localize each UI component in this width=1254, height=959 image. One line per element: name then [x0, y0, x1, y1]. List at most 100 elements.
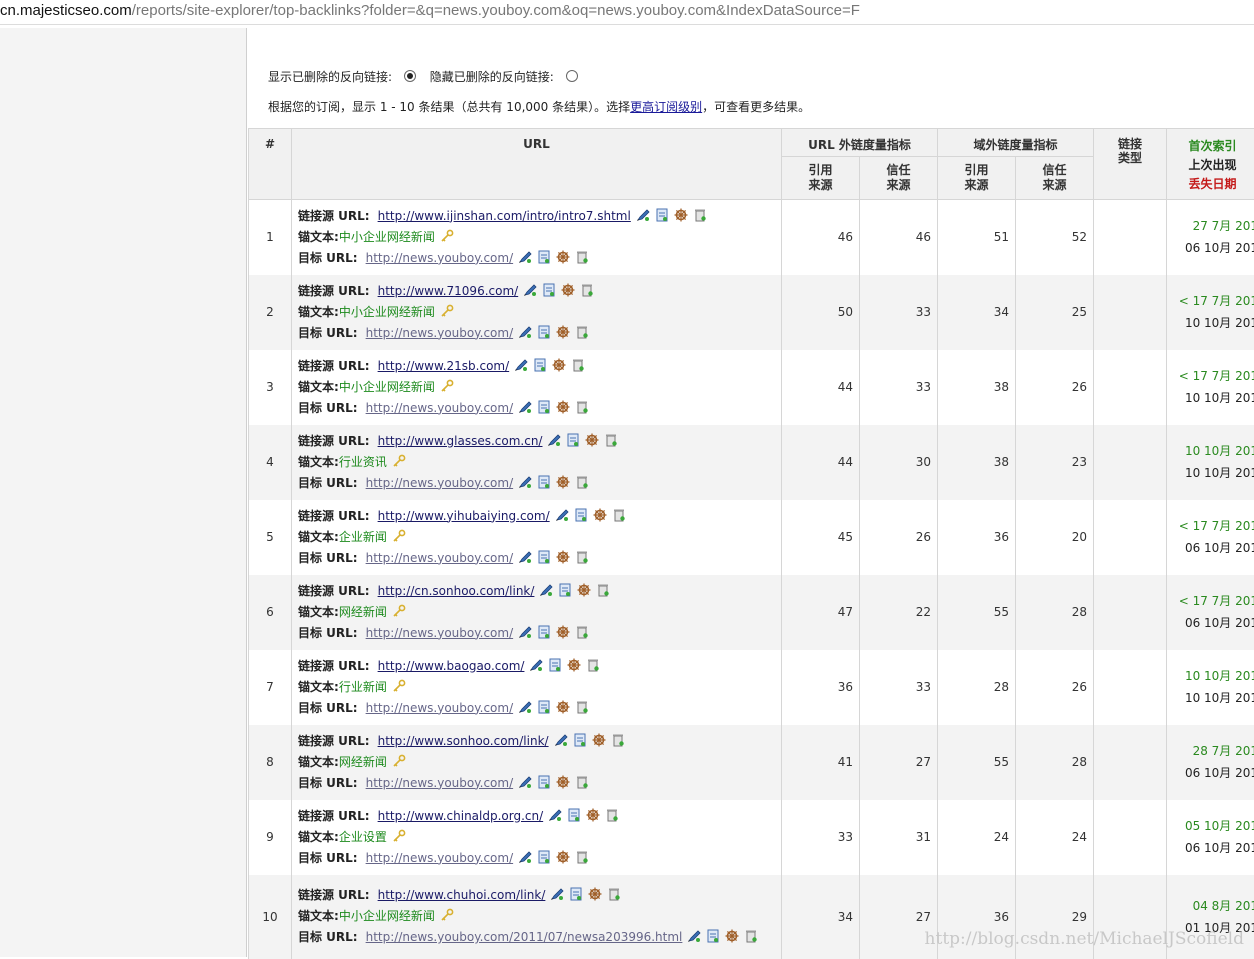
- wheel-icon[interactable]: [556, 550, 570, 564]
- pencil-link-icon[interactable]: [518, 625, 532, 639]
- wheel-icon[interactable]: [586, 808, 600, 822]
- target-link[interactable]: http://news.youboy.com/: [366, 701, 514, 715]
- bin-icon[interactable]: [611, 733, 625, 747]
- pencil-link-icon[interactable]: [518, 250, 532, 264]
- pencil-link-icon[interactable]: [636, 208, 650, 222]
- source-link[interactable]: http://www.baogao.com/: [378, 659, 525, 673]
- target-link[interactable]: http://news.youboy.com/: [366, 476, 514, 490]
- bin-icon[interactable]: [607, 887, 621, 901]
- wheel-icon[interactable]: [556, 775, 570, 789]
- upgrade-link[interactable]: 更高订阅级别: [630, 100, 702, 114]
- source-link[interactable]: http://www.71096.com/: [378, 284, 519, 298]
- pencil-link-icon[interactable]: [554, 733, 568, 747]
- page-icon[interactable]: [574, 508, 588, 522]
- page-icon[interactable]: [542, 283, 556, 297]
- source-link[interactable]: http://cn.sonhoo.com/link/: [378, 584, 535, 598]
- wheel-icon[interactable]: [556, 325, 570, 339]
- page-icon[interactable]: [533, 358, 547, 372]
- wheel-icon[interactable]: [593, 508, 607, 522]
- source-link[interactable]: http://www.yihubaiying.com/: [378, 509, 550, 523]
- pencil-link-icon[interactable]: [687, 929, 701, 943]
- bin-icon[interactable]: [575, 775, 589, 789]
- pencil-link-icon[interactable]: [518, 550, 532, 564]
- wheel-icon[interactable]: [561, 283, 575, 297]
- source-link[interactable]: http://www.chinaldp.org.cn/: [378, 809, 544, 823]
- source-link[interactable]: http://www.21sb.com/: [378, 359, 510, 373]
- page-icon[interactable]: [558, 583, 572, 597]
- page-icon[interactable]: [537, 550, 551, 564]
- pencil-link-icon[interactable]: [529, 658, 543, 672]
- source-link[interactable]: http://www.ijinshan.com/intro/intro7.sht…: [378, 209, 631, 223]
- page-icon[interactable]: [537, 400, 551, 414]
- page-icon[interactable]: [537, 625, 551, 639]
- pencil-link-icon[interactable]: [539, 583, 553, 597]
- bin-icon[interactable]: [580, 283, 594, 297]
- bin-icon[interactable]: [575, 550, 589, 564]
- bin-icon[interactable]: [575, 700, 589, 714]
- page-icon[interactable]: [537, 475, 551, 489]
- pencil-link-icon[interactable]: [518, 475, 532, 489]
- col-link-type[interactable]: 链接类型: [1094, 129, 1167, 200]
- pencil-link-icon[interactable]: [518, 400, 532, 414]
- col-url[interactable]: URL: [292, 129, 782, 200]
- target-link[interactable]: http://news.youboy.com/: [366, 326, 514, 340]
- source-link[interactable]: http://www.sonhoo.com/link/: [378, 734, 549, 748]
- page-icon[interactable]: [573, 733, 587, 747]
- page-icon[interactable]: [706, 929, 720, 943]
- wheel-icon[interactable]: [592, 733, 606, 747]
- show-deleted-radio[interactable]: [404, 70, 416, 82]
- col-domain-ref[interactable]: 引用来源: [963, 163, 991, 193]
- bin-icon[interactable]: [693, 208, 707, 222]
- address-bar[interactable]: cn.majesticseo.com/reports/site-explorer…: [0, 0, 1254, 25]
- pencil-link-icon[interactable]: [548, 808, 562, 822]
- wheel-icon[interactable]: [556, 625, 570, 639]
- page-icon[interactable]: [537, 325, 551, 339]
- col-url-ref[interactable]: 引用来源: [807, 163, 835, 193]
- source-link[interactable]: http://www.chuhoi.com/link/: [378, 888, 546, 902]
- col-url-trust[interactable]: 信任来源: [885, 163, 913, 193]
- col-domain-trust[interactable]: 信任来源: [1041, 163, 1069, 193]
- target-link[interactable]: http://news.youboy.com/: [366, 776, 514, 790]
- bin-icon[interactable]: [744, 929, 758, 943]
- page-icon[interactable]: [566, 433, 580, 447]
- hide-deleted-radio[interactable]: [566, 70, 578, 82]
- pencil-link-icon[interactable]: [518, 850, 532, 864]
- page-icon[interactable]: [537, 700, 551, 714]
- bin-icon[interactable]: [604, 433, 618, 447]
- target-link[interactable]: http://news.youboy.com/: [366, 626, 514, 640]
- bin-icon[interactable]: [586, 658, 600, 672]
- page-icon[interactable]: [537, 775, 551, 789]
- bin-icon[interactable]: [575, 475, 589, 489]
- pencil-link-icon[interactable]: [518, 325, 532, 339]
- target-link[interactable]: http://news.youboy.com/2011/07/newsa2039…: [366, 930, 683, 944]
- wheel-icon[interactable]: [725, 929, 739, 943]
- wheel-icon[interactable]: [556, 250, 570, 264]
- col-dates[interactable]: 首次索引 上次出现 丢失日期: [1167, 129, 1254, 200]
- wheel-icon[interactable]: [556, 850, 570, 864]
- bin-icon[interactable]: [571, 358, 585, 372]
- target-link[interactable]: http://news.youboy.com/: [366, 851, 514, 865]
- target-link[interactable]: http://news.youboy.com/: [366, 251, 514, 265]
- source-link[interactable]: http://www.glasses.com.cn/: [378, 434, 543, 448]
- pencil-link-icon[interactable]: [523, 283, 537, 297]
- bin-icon[interactable]: [605, 808, 619, 822]
- wheel-icon[interactable]: [585, 433, 599, 447]
- pencil-link-icon[interactable]: [555, 508, 569, 522]
- wheel-icon[interactable]: [556, 400, 570, 414]
- page-icon[interactable]: [655, 208, 669, 222]
- bin-icon[interactable]: [575, 850, 589, 864]
- wheel-icon[interactable]: [567, 658, 581, 672]
- col-index[interactable]: #: [249, 129, 292, 200]
- wheel-icon[interactable]: [577, 583, 591, 597]
- page-icon[interactable]: [567, 808, 581, 822]
- wheel-icon[interactable]: [556, 700, 570, 714]
- bin-icon[interactable]: [575, 400, 589, 414]
- page-icon[interactable]: [569, 887, 583, 901]
- bin-icon[interactable]: [596, 583, 610, 597]
- wheel-icon[interactable]: [552, 358, 566, 372]
- bin-icon[interactable]: [575, 625, 589, 639]
- pencil-link-icon[interactable]: [547, 433, 561, 447]
- wheel-icon[interactable]: [674, 208, 688, 222]
- page-icon[interactable]: [537, 250, 551, 264]
- pencil-link-icon[interactable]: [550, 887, 564, 901]
